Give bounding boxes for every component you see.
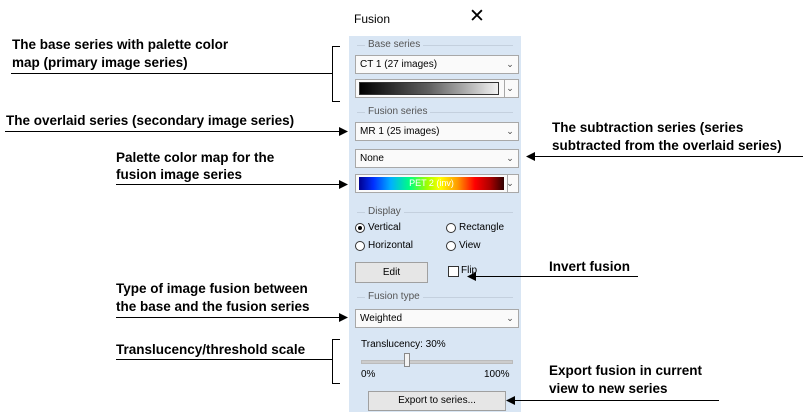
- arrow-left-icon: [506, 396, 515, 405]
- translucency-max-label: 100%: [484, 369, 510, 380]
- arrow-right-icon: [339, 313, 348, 322]
- arrow-left-icon: [526, 152, 535, 161]
- display-rectangle-label: Rectangle: [459, 222, 505, 233]
- radio-dot: [446, 223, 456, 233]
- annotation-invert-line: [473, 276, 638, 277]
- annotation-palette-line: [116, 184, 346, 185]
- pet-palette-swatch: PET 2 (inv): [359, 177, 504, 190]
- base-series-select[interactable]: CT 1 (27 images) ⌄: [355, 55, 519, 74]
- radio-dot: [355, 241, 365, 251]
- fusion-series-value: MR 1 (25 images): [360, 126, 440, 137]
- base-palette-select[interactable]: ⌄: [355, 79, 519, 98]
- annotation-base-line: [11, 73, 332, 74]
- annotation-export-line1: Export fusion in current: [549, 363, 703, 378]
- arrow-left-icon: [467, 272, 476, 281]
- annotation-type-line2: the base and the fusion series: [116, 299, 310, 314]
- fusion-type-select[interactable]: Weighted ⌄: [355, 309, 519, 328]
- edit-button[interactable]: Edit: [355, 262, 428, 283]
- arrow-right-icon: [339, 127, 348, 136]
- radio-dot: [446, 241, 456, 251]
- window-title: Fusion: [354, 12, 391, 26]
- annotation-palette-line2: fusion image series: [116, 167, 243, 182]
- annotation-translucency-bracket-bottom: [332, 383, 340, 384]
- annotation-type-line: [116, 317, 346, 318]
- annotation-base-line2: map (primary image series): [12, 55, 188, 70]
- chevron-down-icon: ⌄: [506, 178, 514, 188]
- flip-checkbox-box: [448, 266, 459, 277]
- display-group-label: Display: [365, 206, 404, 217]
- export-to-series-button[interactable]: Export to series...: [368, 391, 506, 411]
- translucency-min-label: 0%: [361, 369, 376, 380]
- base-series-group-label: Base series: [365, 39, 424, 50]
- arrow-right-icon: [339, 180, 348, 189]
- annotation-translucency-bracket: [332, 339, 333, 384]
- translucency-label: Translucency: 30%: [361, 339, 446, 350]
- base-series-group: Base series: [357, 39, 513, 50]
- annotation-subtraction-line1: The subtraction series (series: [552, 120, 744, 135]
- chevron-down-icon: ⌄: [506, 126, 514, 136]
- annotation-export-line2: view to new series: [549, 381, 668, 396]
- radio-dot: [355, 223, 365, 233]
- chevron-down-icon: ⌄: [506, 59, 514, 69]
- fusion-palette-value: PET 2 (inv): [409, 178, 454, 188]
- annotation-base-bracket-bottom: [332, 101, 340, 102]
- annotation-type-line1: Type of image fusion between: [116, 281, 308, 296]
- fusion-series-select[interactable]: MR 1 (25 images) ⌄: [355, 122, 519, 141]
- base-series-value: CT 1 (27 images): [360, 59, 438, 70]
- subtraction-series-select[interactable]: None ⌄: [355, 149, 519, 168]
- translucency-slider-thumb[interactable]: [404, 353, 411, 367]
- display-view-label: View: [459, 240, 481, 251]
- fusion-type-group: Fusion type: [357, 291, 513, 302]
- fusion-type-group-label: Fusion type: [365, 291, 423, 302]
- chevron-down-icon: ⌄: [506, 83, 514, 93]
- annotation-export-line: [511, 400, 719, 401]
- fusion-palette-select[interactable]: PET 2 (inv) ⌄: [355, 174, 519, 193]
- chevron-down-icon: ⌄: [506, 153, 514, 163]
- annotation-base-line1: The base series with palette color: [12, 37, 229, 52]
- display-horizontal-label: Horizontal: [368, 240, 414, 251]
- annotation-overlaid-line: [5, 131, 346, 132]
- close-icon[interactable]: ✕: [466, 5, 488, 29]
- chevron-down-icon: ⌄: [506, 313, 514, 323]
- annotation-subtraction-line2: subtracted from the overlaid series): [552, 138, 782, 153]
- annotation-overlaid: The overlaid series (secondary image ser…: [6, 113, 295, 128]
- display-group: Display: [357, 206, 513, 217]
- grayscale-palette-swatch: [359, 82, 499, 95]
- annotation-translucency: Translucency/threshold scale: [116, 342, 306, 357]
- fusion-series-group: Fusion series: [357, 106, 513, 117]
- annotation-translucency-line: [116, 359, 332, 360]
- annotation-base-bracket: [332, 46, 333, 102]
- annotation-base-bracket-top: [332, 46, 340, 47]
- fusion-series-group-label: Fusion series: [365, 106, 431, 117]
- annotation-invert: Invert fusion: [549, 259, 631, 274]
- translucency-slider-track[interactable]: [361, 360, 513, 364]
- fusion-type-value: Weighted: [360, 313, 403, 324]
- annotation-translucency-bracket-top: [332, 339, 340, 340]
- display-vertical-label: Vertical: [368, 222, 401, 233]
- annotation-palette-line1: Palette color map for the: [116, 150, 275, 165]
- subtraction-series-value: None: [360, 153, 384, 164]
- annotation-subtraction-line: [531, 156, 803, 157]
